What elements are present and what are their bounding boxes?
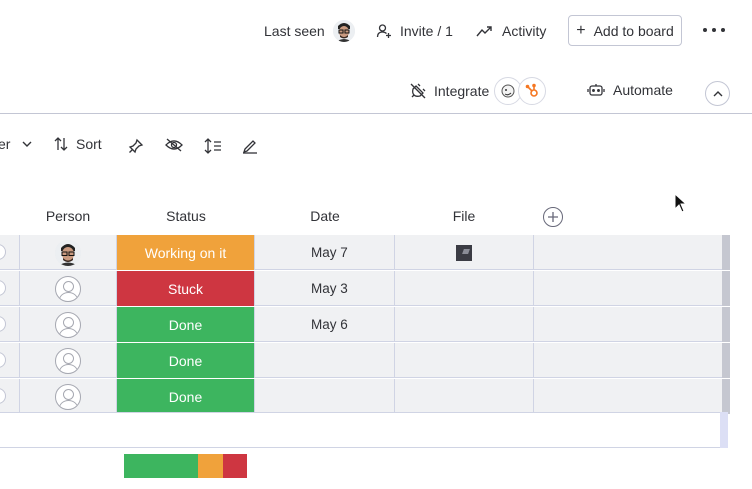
robot-icon	[587, 84, 605, 96]
empty-cell	[534, 271, 722, 306]
add-item-row[interactable]	[0, 412, 722, 448]
date-cell[interactable]: May 6	[255, 307, 395, 342]
status-cell[interactable]: Done	[117, 343, 255, 378]
person-plus-icon	[376, 24, 391, 38]
board-actions-bar: Integrate Automate	[0, 62, 752, 114]
summary-segment-stuck	[223, 454, 247, 478]
row-edge	[722, 235, 730, 270]
empty-cell	[534, 235, 722, 270]
automate-button[interactable]: Automate	[587, 82, 673, 98]
sort-button[interactable]: Sort	[54, 136, 102, 152]
more-options-icon[interactable]	[703, 22, 725, 38]
chevron-down-icon	[22, 141, 32, 147]
collapse-header-button[interactable]	[705, 81, 730, 106]
row-checkbox[interactable]	[0, 235, 20, 270]
row-checkbox[interactable]	[0, 379, 20, 414]
table-header: Person Status Date File	[0, 200, 752, 234]
status-cell[interactable]: Working on it	[117, 235, 255, 270]
empty-avatar-icon	[55, 275, 81, 302]
add-row-edge	[720, 412, 728, 448]
filter-label: er	[0, 136, 11, 152]
integration-logos[interactable]	[494, 77, 546, 105]
row-edge	[722, 271, 730, 306]
row-height-icon[interactable]	[204, 137, 222, 155]
date-cell[interactable]	[255, 379, 395, 414]
integrate-label: Integrate	[434, 83, 490, 99]
summary-segment-done	[124, 454, 198, 478]
row-edge	[722, 307, 730, 342]
table-row[interactable]: Working on it May 7	[0, 235, 730, 270]
board-header: Last seen Invite / 1 Activity + Add to b…	[0, 0, 752, 62]
table-row[interactable]: Stuck May 3	[0, 271, 730, 306]
file-cell[interactable]	[395, 271, 534, 306]
person-cell[interactable]	[20, 343, 117, 378]
row-edge	[722, 343, 730, 378]
eye-off-icon[interactable]	[165, 138, 183, 152]
view-toolbar: er Sort	[0, 130, 752, 162]
avatar	[55, 239, 81, 266]
table-row[interactable]: Done May 6	[0, 307, 730, 342]
file-cell[interactable]	[395, 307, 534, 342]
person-cell[interactable]	[20, 235, 117, 270]
invite-button[interactable]: Invite / 1	[376, 19, 453, 43]
person-cell[interactable]	[20, 379, 117, 414]
status-cell[interactable]: Done	[117, 307, 255, 342]
column-header-person[interactable]: Person	[20, 208, 116, 224]
last-seen-label: Last seen	[264, 23, 325, 39]
empty-cell	[534, 307, 722, 342]
empty-avatar-icon	[55, 347, 81, 374]
empty-avatar-icon	[55, 311, 81, 338]
status-summary-bar[interactable]	[124, 454, 247, 478]
pen-icon[interactable]	[242, 138, 258, 154]
plug-icon	[410, 83, 426, 99]
row-edge	[722, 379, 730, 414]
activity-button[interactable]: Activity	[476, 19, 546, 43]
plus-icon	[548, 212, 558, 222]
column-header-file[interactable]: File	[395, 208, 533, 224]
status-cell[interactable]: Done	[117, 379, 255, 414]
row-checkbox[interactable]	[0, 271, 20, 306]
file-thumbnail-icon[interactable]	[456, 244, 472, 261]
sort-icon	[54, 137, 68, 151]
add-column-button[interactable]	[543, 207, 563, 227]
date-cell[interactable]: May 3	[255, 271, 395, 306]
trend-icon	[476, 26, 492, 37]
summary-segment-working	[198, 454, 223, 478]
activity-label: Activity	[502, 23, 547, 39]
table-row[interactable]: Done	[0, 343, 730, 378]
date-cell[interactable]: May 7	[255, 235, 395, 270]
empty-avatar-icon	[55, 383, 81, 410]
mouse-cursor-icon	[674, 192, 688, 216]
add-to-board-button[interactable]: + Add to board	[568, 15, 682, 46]
plus-icon: +	[576, 21, 586, 39]
row-checkbox[interactable]	[0, 343, 20, 378]
table-row[interactable]: Done	[0, 379, 730, 414]
column-header-status[interactable]: Status	[117, 208, 255, 224]
pin-icon[interactable]	[128, 138, 144, 154]
sort-label: Sort	[76, 136, 102, 152]
filter-button[interactable]: er	[0, 136, 32, 152]
column-header-date[interactable]: Date	[256, 208, 394, 224]
date-cell[interactable]	[255, 343, 395, 378]
file-cell[interactable]	[395, 379, 534, 414]
chevron-up-icon	[713, 90, 722, 96]
file-cell[interactable]	[395, 343, 534, 378]
row-checkbox[interactable]	[0, 307, 20, 342]
empty-cell	[534, 343, 722, 378]
integrate-button[interactable]: Integrate	[409, 82, 489, 100]
add-to-board-label: Add to board	[593, 22, 674, 39]
person-cell[interactable]	[20, 307, 117, 342]
file-cell[interactable]	[395, 235, 534, 270]
avatar	[332, 20, 355, 42]
automate-label: Automate	[613, 82, 673, 98]
person-cell[interactable]	[20, 271, 117, 306]
last-seen[interactable]: Last seen	[264, 19, 355, 43]
hubspot-icon	[518, 77, 546, 105]
status-cell[interactable]: Stuck	[117, 271, 255, 306]
invite-label: Invite / 1	[400, 23, 453, 39]
empty-cell	[534, 379, 722, 414]
